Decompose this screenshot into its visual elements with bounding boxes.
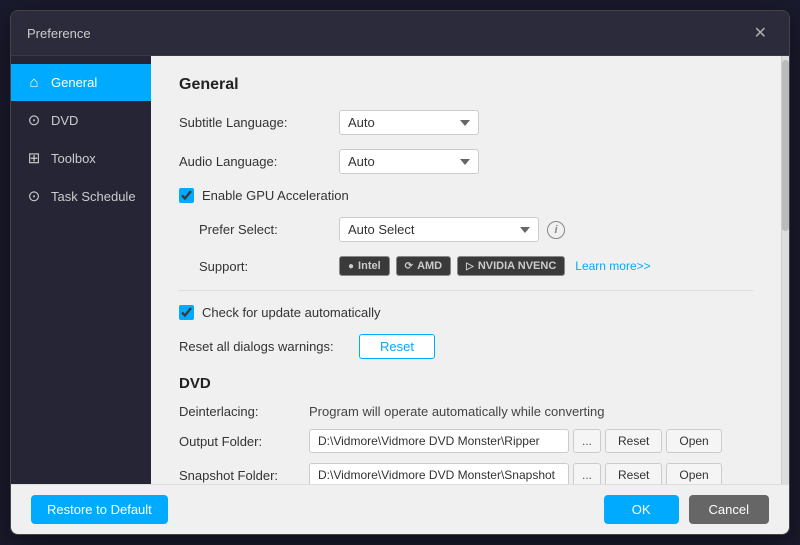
- subtitle-language-row: Subtitle Language: Auto: [179, 110, 753, 135]
- snapshot-folder-label: Snapshot Folder:: [179, 468, 309, 483]
- audio-language-row: Audio Language: Auto: [179, 149, 753, 174]
- scrollbar-thumb[interactable]: [782, 60, 789, 231]
- snapshot-folder-input[interactable]: [309, 463, 569, 484]
- general-section-title: General: [179, 76, 753, 94]
- task-icon: ⊙: [25, 187, 43, 205]
- nvidia-badge: ▷ NVIDIA NVENC: [457, 256, 565, 276]
- amd-icon: ⟳: [405, 261, 413, 272]
- nvidia-icon: ▷: [466, 261, 474, 272]
- scrollbar[interactable]: [781, 56, 789, 484]
- gpu-checkbox[interactable]: [179, 188, 194, 203]
- reset-dialogs-label: Reset all dialogs warnings:: [179, 339, 359, 354]
- content-area: General Subtitle Language: Auto Audio La…: [151, 56, 781, 484]
- window-title: Preference: [27, 26, 91, 41]
- audio-language-select[interactable]: Auto: [339, 149, 479, 174]
- prefer-select-dropdown[interactable]: Auto Select: [339, 217, 539, 242]
- sidebar-item-task-schedule-label: Task Schedule: [51, 189, 136, 204]
- toolbox-icon: ⊞: [25, 149, 43, 167]
- gpu-checkbox-row: Enable GPU Acceleration: [179, 188, 753, 203]
- audio-language-label: Audio Language:: [179, 154, 339, 169]
- sidebar-item-general[interactable]: ⌂ General: [11, 64, 151, 101]
- support-label: Support:: [199, 259, 339, 274]
- deinterlacing-label: Deinterlacing:: [179, 404, 309, 419]
- output-folder-reset-button[interactable]: Reset: [605, 429, 662, 453]
- deinterlacing-row: Deinterlacing: Program will operate auto…: [179, 404, 753, 419]
- deinterlacing-desc: Program will operate automatically while…: [309, 404, 605, 419]
- home-icon: ⌂: [25, 74, 43, 91]
- reset-dialogs-button[interactable]: Reset: [359, 334, 435, 359]
- amd-badge: ⟳ AMD: [396, 256, 451, 276]
- check-update-label: Check for update automatically: [202, 305, 380, 320]
- support-row: Support: ● Intel ⟳ AMD ▷ NVIDIA NVENC Le…: [199, 256, 753, 276]
- dvd-icon: ⊙: [25, 111, 43, 129]
- subtitle-language-select[interactable]: Auto: [339, 110, 479, 135]
- reset-dialogs-row: Reset all dialogs warnings: Reset: [179, 334, 753, 359]
- ok-button[interactable]: OK: [604, 495, 679, 524]
- sidebar-item-toolbox[interactable]: ⊞ Toolbox: [11, 139, 151, 177]
- sidebar-item-task-schedule[interactable]: ⊙ Task Schedule: [11, 177, 151, 215]
- gpu-checkbox-label: Enable GPU Acceleration: [202, 188, 349, 203]
- prefer-select-label: Prefer Select:: [199, 222, 339, 237]
- snapshot-folder-reset-button[interactable]: Reset: [605, 463, 662, 484]
- sidebar: ⌂ General ⊙ DVD ⊞ Toolbox ⊙ Task Schedul…: [11, 56, 151, 484]
- sidebar-item-general-label: General: [51, 75, 97, 90]
- footer: Restore to Default OK Cancel: [11, 484, 789, 534]
- main-layout: ⌂ General ⊙ DVD ⊞ Toolbox ⊙ Task Schedul…: [11, 56, 789, 484]
- check-update-row: Check for update automatically: [179, 305, 753, 320]
- check-update-checkbox[interactable]: [179, 305, 194, 320]
- footer-right: OK Cancel: [604, 495, 769, 524]
- dvd-section-title: DVD: [179, 375, 753, 392]
- support-badges: ● Intel ⟳ AMD ▷ NVIDIA NVENC Learn more>…: [339, 256, 651, 276]
- output-folder-row: Output Folder: ... Reset Open: [179, 429, 753, 453]
- output-folder-dots-button[interactable]: ...: [573, 429, 601, 453]
- output-folder-label: Output Folder:: [179, 434, 309, 449]
- learn-more-link[interactable]: Learn more>>: [575, 259, 650, 273]
- close-button[interactable]: ✕: [748, 21, 773, 45]
- cancel-button[interactable]: Cancel: [689, 495, 769, 524]
- intel-icon: ●: [348, 261, 354, 272]
- preference-dialog: Preference ✕ ⌂ General ⊙ DVD ⊞ Toolbox ⊙…: [10, 10, 790, 535]
- prefer-select-row: Prefer Select: Auto Select i: [199, 217, 753, 242]
- title-bar: Preference ✕: [11, 11, 789, 56]
- snapshot-folder-dots-button[interactable]: ...: [573, 463, 601, 484]
- snapshot-folder-open-button[interactable]: Open: [666, 463, 721, 484]
- output-folder-open-button[interactable]: Open: [666, 429, 721, 453]
- subtitle-language-label: Subtitle Language:: [179, 115, 339, 130]
- sidebar-item-dvd[interactable]: ⊙ DVD: [11, 101, 151, 139]
- divider-1: [179, 290, 753, 291]
- sidebar-item-toolbox-label: Toolbox: [51, 151, 96, 166]
- sidebar-item-dvd-label: DVD: [51, 113, 78, 128]
- restore-default-button[interactable]: Restore to Default: [31, 495, 168, 524]
- info-icon[interactable]: i: [547, 221, 565, 239]
- snapshot-folder-row: Snapshot Folder: ... Reset Open: [179, 463, 753, 484]
- intel-badge: ● Intel: [339, 256, 390, 276]
- output-folder-input[interactable]: [309, 429, 569, 453]
